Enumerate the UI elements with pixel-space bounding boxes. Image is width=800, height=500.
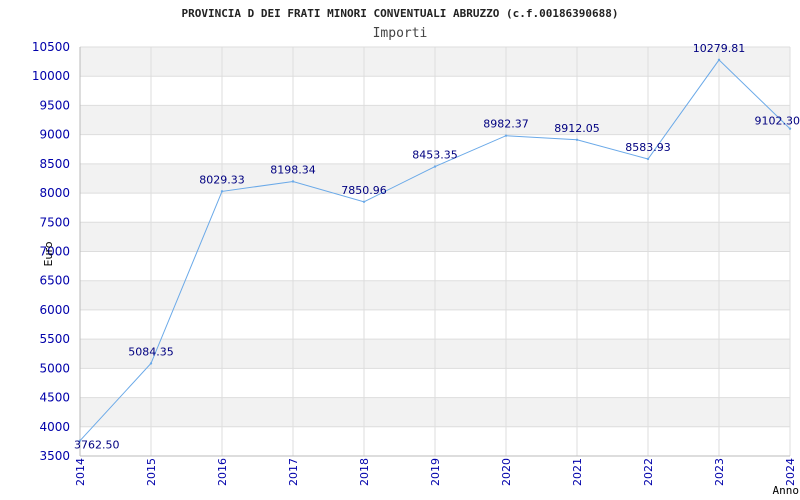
y-tick-label: 5500 bbox=[39, 332, 70, 346]
data-label: 5084.35 bbox=[128, 345, 174, 358]
x-tick-label: 2023 bbox=[713, 458, 726, 486]
x-tick-label: 2019 bbox=[429, 458, 442, 486]
chart-root: PROVINCIA D DEI FRATI MINORI CONVENTUALI… bbox=[0, 0, 800, 500]
x-tick-label: 2020 bbox=[500, 458, 513, 486]
data-label: 3762.50 bbox=[74, 439, 120, 452]
y-tick-label: 4000 bbox=[39, 420, 70, 434]
line-chart: PROVINCIA D DEI FRATI MINORI CONVENTUALI… bbox=[32, 7, 800, 497]
x-tick-labels: 2014 2015 2016 2017 2018 2019 2020 2021 2022 2023… bbox=[74, 458, 797, 486]
data-label: 8029.33 bbox=[199, 173, 245, 186]
y-tick-label: 7500 bbox=[39, 215, 70, 229]
y-tick-label: 6500 bbox=[39, 274, 70, 288]
y-tick-label: 6000 bbox=[39, 303, 70, 317]
data-point bbox=[362, 200, 366, 203]
y-axis-label: Euro bbox=[42, 241, 55, 266]
y-tick-label: 10500 bbox=[32, 40, 70, 54]
y-tick-label: 9500 bbox=[39, 98, 70, 112]
x-tick-label: 2018 bbox=[358, 458, 371, 486]
x-tick-label: 2015 bbox=[145, 458, 158, 486]
y-tick-label: 9000 bbox=[39, 128, 70, 142]
data-label: 8912.05 bbox=[554, 122, 600, 135]
data-point bbox=[646, 157, 650, 161]
y-tick-label: 3500 bbox=[39, 449, 70, 463]
x-axis-label: Anno bbox=[773, 484, 800, 497]
x-tick-label: 2022 bbox=[642, 458, 655, 486]
x-tick-label: 2024 bbox=[784, 458, 797, 486]
data-point bbox=[788, 127, 792, 130]
data-point bbox=[291, 180, 295, 183]
data-label: 10279.81 bbox=[693, 42, 746, 55]
y-tick-label: 10000 bbox=[32, 69, 70, 83]
data-point bbox=[504, 134, 508, 137]
y-tick-label: 8500 bbox=[39, 157, 70, 171]
y-tick-label: 8000 bbox=[39, 186, 70, 200]
data-label: 8453.35 bbox=[412, 149, 458, 162]
data-label: 8982.37 bbox=[483, 118, 529, 131]
chart-title: PROVINCIA D DEI FRATI MINORI CONVENTUALI… bbox=[181, 7, 618, 20]
data-point bbox=[149, 362, 153, 365]
data-point bbox=[433, 165, 437, 168]
x-tick-label: 2017 bbox=[287, 458, 300, 486]
data-label: 9102.30 bbox=[755, 115, 800, 128]
data-point bbox=[220, 190, 224, 193]
y-tick-label: 4500 bbox=[39, 391, 70, 405]
data-point bbox=[717, 58, 721, 62]
data-point bbox=[575, 138, 579, 141]
chart-subtitle: Importi bbox=[373, 26, 428, 41]
x-tick-label: 2021 bbox=[571, 458, 584, 486]
x-tick-label: 2014 bbox=[74, 458, 87, 486]
x-tick-label: 2016 bbox=[216, 458, 229, 486]
data-label: 8198.34 bbox=[270, 163, 316, 176]
y-tick-label: 5000 bbox=[39, 361, 70, 375]
data-label: 7850.96 bbox=[341, 184, 387, 197]
data-label: 8583.93 bbox=[625, 141, 671, 154]
